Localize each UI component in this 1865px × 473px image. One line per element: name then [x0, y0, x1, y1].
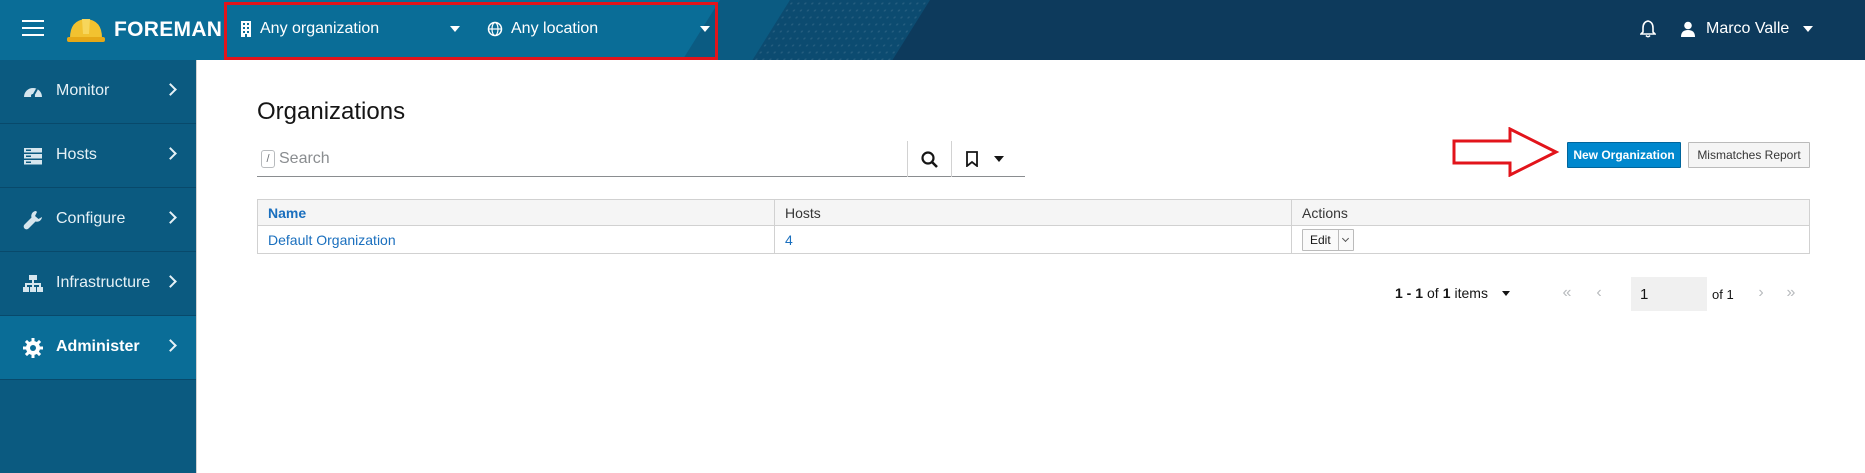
user-name: Marco Valle	[1706, 20, 1790, 37]
caret-down-icon	[994, 156, 1004, 162]
foreman-logo[interactable]: FOREMAN	[66, 12, 222, 48]
chevron-down-icon	[1342, 234, 1350, 242]
wrench-icon	[23, 211, 42, 230]
pagination-range: 1 - 1	[1395, 285, 1424, 301]
sidebar-item-configure[interactable]: Configure	[0, 188, 196, 252]
location-dropdown[interactable]: Any location	[487, 16, 712, 42]
chevron-right-icon	[164, 275, 177, 288]
hosts-count-link[interactable]: 4	[785, 232, 793, 248]
pagination-items-word: items	[1454, 285, 1488, 301]
column-header-name[interactable]: Name	[257, 199, 775, 226]
building-icon	[241, 21, 251, 37]
location-label: Any location	[511, 20, 599, 37]
column-header-hosts: Hosts	[774, 199, 1292, 226]
globe-icon	[487, 21, 503, 37]
sidebar-item-label: Hosts	[56, 146, 97, 163]
current-page-input[interactable]	[1631, 277, 1707, 311]
organization-dropdown[interactable]: Any organization	[240, 16, 465, 42]
sidebar-item-infrastructure[interactable]: Infrastructure	[0, 252, 196, 316]
sidebar-item-label: Administer	[56, 338, 140, 355]
dashboard-icon	[24, 88, 42, 98]
app-name: FOREMAN	[114, 18, 223, 41]
chevron-right-icon	[164, 147, 177, 160]
page-title: Organizations	[257, 98, 406, 125]
sidebar-divider	[196, 60, 197, 473]
chevron-right-icon	[164, 211, 177, 224]
top-navbar: FOREMAN Any organization Any location Ma…	[0, 0, 1865, 60]
first-page-icon[interactable]: «	[1558, 285, 1576, 301]
user-menu[interactable]: Marco Valle	[1680, 16, 1814, 42]
notification-bell-icon[interactable]	[1639, 20, 1657, 38]
user-icon	[1681, 21, 1695, 37]
hamburger-menu-icon[interactable]	[22, 20, 44, 38]
sidebar-item-label: Infrastructure	[56, 274, 151, 291]
caret-down-icon	[450, 26, 460, 32]
sidebar-item-label: Configure	[56, 210, 126, 227]
edit-button[interactable]: Edit	[1303, 229, 1339, 250]
actions-dropdown-toggle[interactable]	[1339, 230, 1353, 250]
sidebar-nav: Monitor Hosts Configure Infrastructure A…	[0, 60, 196, 473]
cell-actions: Edit	[1291, 225, 1810, 254]
search-button[interactable]	[908, 141, 952, 177]
sidebar-item-monitor[interactable]: Monitor	[0, 60, 196, 124]
network-icon	[23, 275, 43, 292]
cell-hosts: 4	[774, 225, 1292, 254]
column-header-actions: Actions	[1291, 199, 1810, 226]
organization-label: Any organization	[260, 20, 380, 37]
caret-down-icon	[1501, 290, 1510, 296]
sidebar-item-hosts[interactable]: Hosts	[0, 124, 196, 188]
chevron-right-icon	[164, 339, 177, 352]
organization-name-link[interactable]: Default Organization	[268, 232, 396, 248]
search-input[interactable]	[279, 147, 899, 171]
organizations-table: Name Hosts Actions Default Organization …	[257, 199, 1810, 254]
keyboard-shortcut-hint: /	[261, 150, 275, 168]
red-arrow-annotation	[1452, 127, 1560, 177]
caret-down-icon	[700, 26, 710, 32]
pagination-total: 1	[1442, 285, 1451, 301]
page-of-total: of 1	[1712, 287, 1734, 302]
cell-name: Default Organization	[257, 225, 775, 254]
pagination-per-page-dropdown[interactable]: 1 - 1 of 1 items	[1395, 285, 1510, 301]
search-icon	[921, 150, 938, 168]
pagination-of: of	[1427, 285, 1439, 301]
helmet-icon	[67, 19, 105, 42]
previous-page-icon[interactable]: ‹	[1590, 285, 1608, 301]
search-field-container: /	[257, 141, 908, 177]
sidebar-item-label: Monitor	[56, 82, 110, 99]
mismatches-report-button[interactable]: Mismatches Report	[1688, 142, 1810, 168]
caret-down-icon	[1803, 26, 1814, 32]
gear-icon	[23, 338, 43, 358]
sidebar-item-administer[interactable]: Administer	[0, 316, 196, 380]
edit-split-button: Edit	[1302, 228, 1354, 251]
server-icon	[24, 148, 42, 165]
bookmark-icon	[966, 151, 978, 167]
chevron-right-icon	[164, 83, 177, 96]
new-organization-button[interactable]: New Organization	[1567, 142, 1681, 168]
bookmark-dropdown-button[interactable]	[952, 141, 1024, 177]
next-page-icon[interactable]: ›	[1752, 285, 1770, 301]
table-row: Default Organization 4 Edit	[257, 225, 1810, 254]
last-page-icon[interactable]: »	[1782, 285, 1800, 301]
table-header-row: Name Hosts Actions	[257, 199, 1810, 226]
search-bar: /	[257, 141, 1025, 177]
